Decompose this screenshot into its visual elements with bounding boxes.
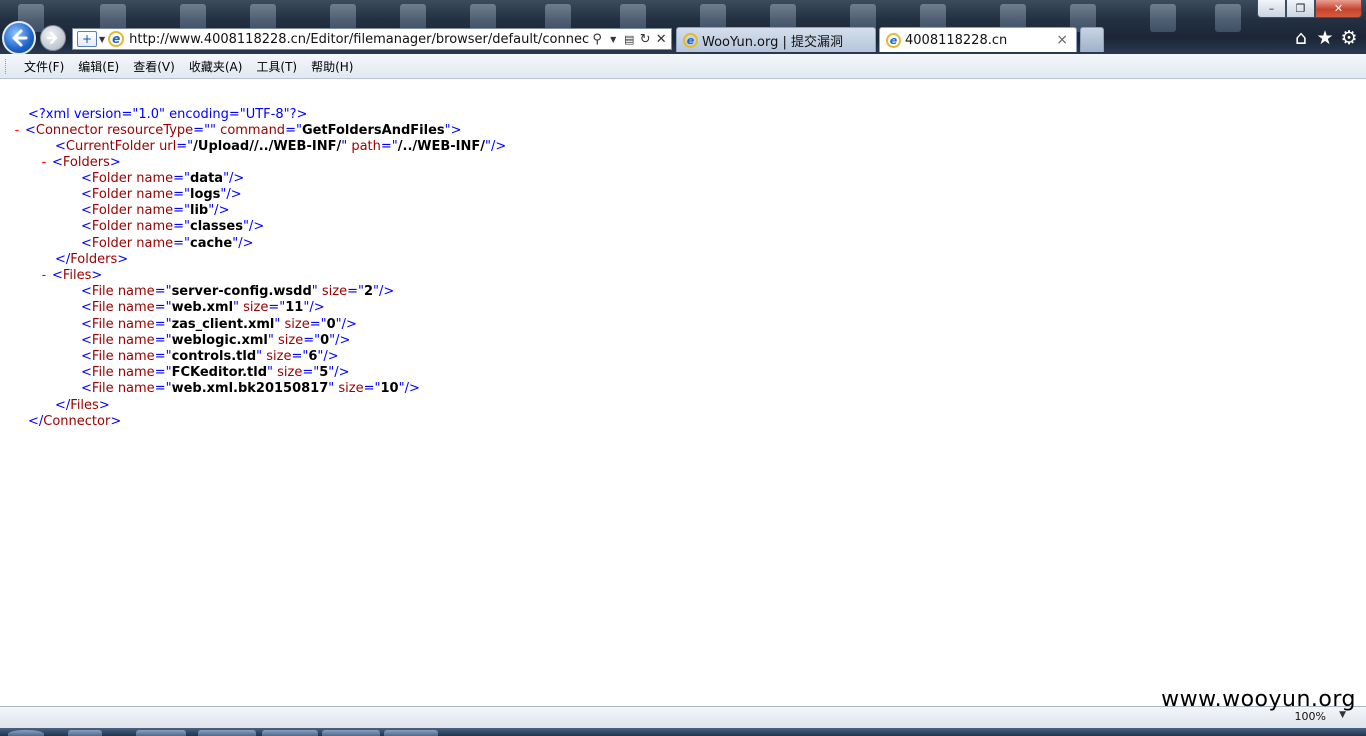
collapse-toggle[interactable]: - (40, 155, 48, 170)
menu-edit[interactable]: 编辑(E) (71, 58, 126, 75)
xml-file: <File name="server-config.wsdd" size="2"… (81, 284, 395, 299)
tab-label: WooYun.org | 提交漏洞 (702, 34, 844, 50)
forward-arrow-icon (46, 31, 58, 45)
start-button[interactable] (8, 730, 44, 736)
search-icon[interactable]: ⚲ (589, 32, 605, 47)
collapse-toggle[interactable]: - (13, 123, 21, 138)
taskbar-item[interactable] (262, 730, 318, 736)
menu-grip (5, 58, 9, 74)
xml-folders-open: - <Folders> (40, 155, 121, 170)
taskbar-item[interactable] (136, 730, 186, 736)
ie-page-icon: e (886, 32, 901, 48)
xml-folder: <Folder name="logs"/> (81, 187, 242, 202)
desktop-icon (1150, 4, 1176, 32)
tab-label: 4008118228.cn (905, 32, 1008, 48)
taskbar-item[interactable] (198, 730, 256, 736)
menu-tools[interactable]: 工具(T) (249, 58, 304, 75)
browser-title-bar: – ❐ ✕ + ▼ e http://www.4008118228.cn/Edi… (0, 0, 1366, 55)
taskbar (0, 728, 1366, 736)
chevron-down-icon[interactable]: ▼ (605, 35, 621, 44)
xml-folder: <Folder name="lib"/> (81, 203, 230, 218)
forward-button[interactable] (40, 25, 66, 51)
stop-icon[interactable]: ✕ (653, 32, 669, 47)
xml-folders-close: </Folders> (55, 252, 129, 267)
window-controls: – ❐ ✕ (1257, 0, 1362, 18)
menu-file[interactable]: 文件(F) (17, 58, 71, 75)
xml-folder: <Folder name="data"/> (81, 171, 245, 186)
back-arrow-icon (12, 29, 28, 47)
xml-file: <File name="weblogic.xml" size="0"/> (81, 333, 351, 348)
xml-file: <File name="web.xml" size="11"/> (81, 300, 325, 315)
tab-close-icon[interactable]: × (1056, 32, 1068, 48)
address-input[interactable]: http://www.4008118228.cn/Editor/filemana… (129, 32, 589, 47)
menu-help[interactable]: 帮助(H) (304, 58, 360, 75)
watermark: www.wooyun.org (1161, 687, 1356, 712)
new-tab-button[interactable] (1080, 27, 1104, 52)
taskbar-item[interactable] (384, 730, 438, 736)
menu-bar: 文件(F) 编辑(E) 查看(V) 收藏夹(A) 工具(T) 帮助(H) (0, 54, 1366, 79)
star-icon[interactable]: ★ (1314, 27, 1336, 49)
xml-file: <File name="zas_client.xml" size="0"/> (81, 317, 357, 332)
xml-file: <File name="controls.tld" size="6"/> (81, 349, 339, 364)
xml-files-open: - <Files> (40, 268, 103, 283)
menu-favorites[interactable]: 收藏夹(A) (182, 58, 250, 75)
compat-page-icon[interactable]: ▤ (621, 33, 637, 46)
ie-logo-icon: e (108, 31, 125, 47)
xml-connector-close: </Connector> (28, 414, 122, 429)
address-bar[interactable]: + ▼ e http://www.4008118228.cn/Editor/fi… (72, 28, 672, 50)
xml-declaration: <?xml version="1.0" encoding="UTF-8"?> (28, 107, 308, 122)
chevron-down-icon[interactable]: ▼ (99, 35, 105, 44)
taskbar-item[interactable] (68, 730, 102, 736)
home-icon[interactable]: ⌂ (1290, 27, 1312, 49)
tab-4008118228[interactable]: e 4008118228.cn × (879, 27, 1077, 52)
close-window-button[interactable]: ✕ (1315, 0, 1362, 18)
xml-files-close: </Files> (55, 398, 110, 413)
gear-icon[interactable]: ⚙ (1338, 27, 1360, 49)
xml-file: <File name="FCKeditor.tld" size="5"/> (81, 365, 350, 380)
xml-current-folder: <CurrentFolder url="/Upload//../WEB-INF/… (55, 139, 507, 154)
xml-viewer: <?xml version="1.0" encoding="UTF-8"?> -… (0, 79, 1366, 706)
back-button[interactable] (2, 21, 36, 55)
desktop-icon (1215, 4, 1241, 32)
collapse-toggle[interactable]: - (40, 268, 48, 283)
xml-file: <File name="web.xml.bk20150817" size="10… (81, 381, 420, 396)
minimize-button[interactable]: – (1257, 0, 1286, 18)
xml-connector-open: - <Connector resourceType="" command="Ge… (13, 123, 462, 138)
xml-folder: <Folder name="cache"/> (81, 236, 254, 251)
menu-view[interactable]: 查看(V) (126, 58, 182, 75)
taskbar-item[interactable] (322, 730, 380, 736)
tab-wooyun[interactable]: e WooYun.org | 提交漏洞 (676, 27, 876, 52)
compatibility-view-icon[interactable]: + (77, 31, 97, 47)
xml-folder: <Folder name="classes"/> (81, 219, 265, 234)
refresh-icon[interactable]: ↻ (637, 32, 653, 47)
maximize-button[interactable]: ❐ (1286, 0, 1315, 18)
ie-page-icon: e (683, 32, 698, 48)
